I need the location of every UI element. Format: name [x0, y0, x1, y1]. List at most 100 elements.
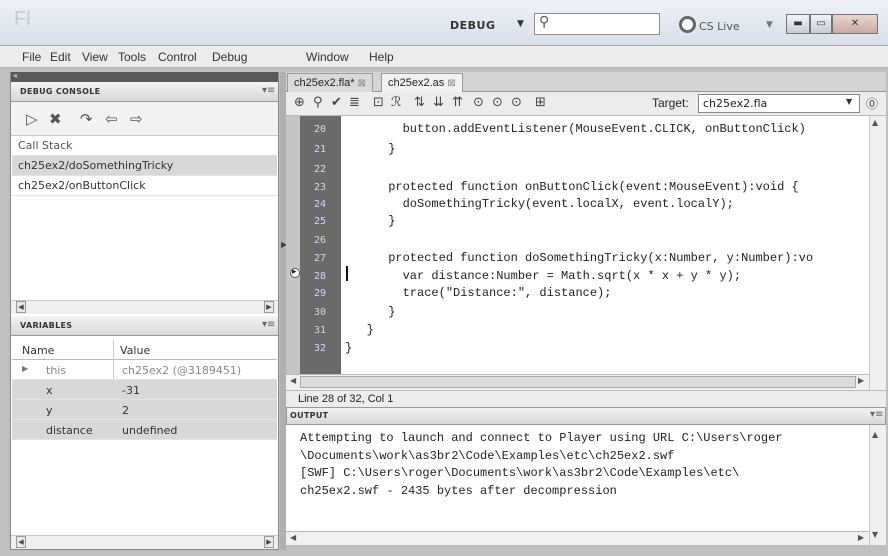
output-horizontal-scrollbar[interactable]: [286, 531, 869, 545]
expand-arrow-icon[interactable]: ▶: [22, 364, 28, 373]
help-icon[interactable]: ⓪: [866, 95, 878, 112]
tab-fla[interactable]: ch25ex2.fla* ⊠: [287, 73, 373, 92]
chevron-down-icon[interactable]: ▼: [846, 97, 852, 106]
call-stack-item[interactable]: ch25ex2/onButtonClick: [12, 176, 277, 196]
code-line[interactable]: }: [345, 341, 352, 355]
variables-scrollbar[interactable]: [11, 535, 278, 549]
output-line: Attempting to launch and connect to Play…: [300, 431, 783, 445]
code-line[interactable]: var distance:Number = Math.sqrt(x * x + …: [345, 269, 741, 283]
code-vertical-scrollbar[interactable]: [869, 116, 886, 390]
continue-icon[interactable]: ▷: [26, 110, 38, 128]
apply-block-comment-icon[interactable]: ⊙: [473, 95, 484, 110]
menu-edit[interactable]: Edit: [50, 50, 71, 64]
collapse-between-braces-icon[interactable]: ⇅: [414, 95, 425, 110]
cs-live-button[interactable]: CS Live: [699, 20, 740, 33]
debug-console-tab[interactable]: DEBUG CONSOLE: [20, 87, 100, 96]
variables-tab[interactable]: VARIABLES: [20, 321, 72, 330]
add-statement-icon[interactable]: ⊕: [294, 95, 305, 110]
title-bar: [0, 0, 888, 46]
scroll-left-icon[interactable]: ◀: [290, 533, 296, 542]
line-number: 26: [313, 235, 326, 246]
menu-tools[interactable]: Tools: [118, 50, 146, 64]
panel-collapse-bar[interactable]: [11, 72, 278, 82]
line-number: 21: [313, 144, 326, 155]
maximize-button[interactable]: ▭: [810, 14, 832, 34]
close-tab-icon[interactable]: ⊠: [447, 78, 455, 89]
line-number: 31: [313, 325, 326, 336]
line-number: 24: [313, 199, 326, 210]
code-hint-icon[interactable]: ⊡: [373, 95, 384, 110]
call-stack-item[interactable]: ch25ex2/doSomethingTricky: [12, 156, 277, 176]
variable-name: distance: [46, 424, 93, 437]
line-number: 25: [313, 216, 326, 227]
check-syntax-icon[interactable]: ✔: [331, 95, 342, 110]
cs-live-icon[interactable]: [679, 16, 696, 33]
panel-menu-icon[interactable]: ▾≡: [262, 319, 275, 330]
output-line: ch25ex2.swf - 2435 bytes after decompres…: [300, 484, 617, 498]
collapse-selection-icon[interactable]: ⇊: [433, 95, 444, 110]
output-vertical-scrollbar[interactable]: [869, 425, 886, 545]
menu-debug[interactable]: Debug: [212, 50, 247, 64]
code-line[interactable]: }: [345, 323, 374, 337]
end-session-icon[interactable]: ✖: [49, 110, 62, 128]
remove-comment-icon[interactable]: ⊙: [511, 95, 522, 110]
code-line[interactable]: button.addEventListener(MouseEvent.CLICK…: [345, 122, 806, 136]
code-line[interactable]: protected function doSomethingTricky(x:N…: [345, 251, 813, 265]
scroll-left-icon[interactable]: ◀: [290, 376, 296, 385]
col-name-header[interactable]: Name: [22, 344, 54, 357]
output-tab[interactable]: OUTPUT: [290, 411, 328, 420]
code-line[interactable]: doSomethingTricky(event.localX, event.lo…: [345, 197, 734, 211]
menu-file[interactable]: File: [22, 50, 41, 64]
code-line[interactable]: protected function onButtonClick(event:M…: [345, 180, 798, 194]
code-line[interactable]: }: [345, 305, 395, 319]
expand-all-icon[interactable]: ⇈: [452, 95, 463, 110]
scroll-down-icon[interactable]: ▼: [872, 530, 878, 539]
scroll-right-icon[interactable]: ▶: [858, 533, 864, 542]
step-out-icon[interactable]: ⇨: [130, 110, 143, 128]
show-hide-toolbox-icon[interactable]: ⊞: [535, 95, 546, 110]
variable-value: 2: [122, 404, 129, 417]
line-number: 30: [313, 307, 326, 318]
code-editor[interactable]: [341, 116, 869, 374]
variable-name: this: [46, 364, 67, 377]
menu-view[interactable]: View: [82, 50, 108, 64]
code-line[interactable]: }: [345, 142, 395, 156]
scroll-left-icon[interactable]: ◀: [16, 301, 26, 313]
minimize-button[interactable]: ▬: [786, 14, 810, 34]
call-stack-scrollbar[interactable]: [11, 300, 278, 314]
apply-line-comment-icon[interactable]: ⊙: [492, 95, 503, 110]
breakpoint-gutter[interactable]: [286, 116, 300, 374]
help-search-input[interactable]: [534, 13, 660, 35]
scroll-right-icon[interactable]: ▶: [264, 536, 274, 548]
panel-menu-icon[interactable]: ▾≡: [870, 409, 883, 420]
code-line[interactable]: trace("Distance:", distance);: [345, 286, 612, 300]
chevron-down-icon[interactable]: ▼: [766, 20, 773, 30]
menu-window[interactable]: Window: [306, 50, 349, 64]
workspace-switcher[interactable]: DEBUG: [450, 19, 496, 32]
close-button[interactable]: ✕: [832, 14, 878, 34]
debug-options-icon[interactable]: ℛ: [391, 95, 401, 110]
target-select[interactable]: ch25ex2.fla: [698, 94, 860, 113]
scroll-left-icon[interactable]: ◀: [16, 536, 26, 548]
collapse-icon[interactable]: «: [13, 71, 18, 80]
menu-help[interactable]: Help: [369, 50, 394, 64]
tab-as[interactable]: ch25ex2.as ⊠: [381, 73, 463, 92]
chevron-down-icon[interactable]: ▼: [517, 19, 524, 29]
scroll-up-icon[interactable]: ▲: [872, 118, 878, 127]
tab-label: ch25ex2.as: [388, 77, 445, 89]
menu-control[interactable]: Control: [158, 50, 197, 64]
cursor-status: Line 28 of 32, Col 1: [286, 390, 886, 407]
code-line[interactable]: }: [345, 214, 395, 228]
panel-menu-icon[interactable]: ▾≡: [262, 85, 275, 96]
scroll-thumb[interactable]: [300, 376, 856, 388]
step-in-icon[interactable]: ⇦: [105, 110, 118, 128]
col-value-header[interactable]: Value: [120, 344, 150, 357]
scroll-right-icon[interactable]: ▶: [858, 376, 864, 385]
step-over-icon[interactable]: ↷: [80, 110, 93, 128]
find-icon[interactable]: ⚲: [313, 95, 323, 110]
scroll-right-icon[interactable]: ▶: [264, 301, 274, 313]
auto-format-icon[interactable]: ≣: [349, 95, 360, 110]
scroll-up-icon[interactable]: ▲: [872, 430, 878, 439]
close-tab-icon[interactable]: ⊠: [358, 78, 366, 89]
variable-value: ch25ex2 (@3189451): [122, 364, 242, 377]
